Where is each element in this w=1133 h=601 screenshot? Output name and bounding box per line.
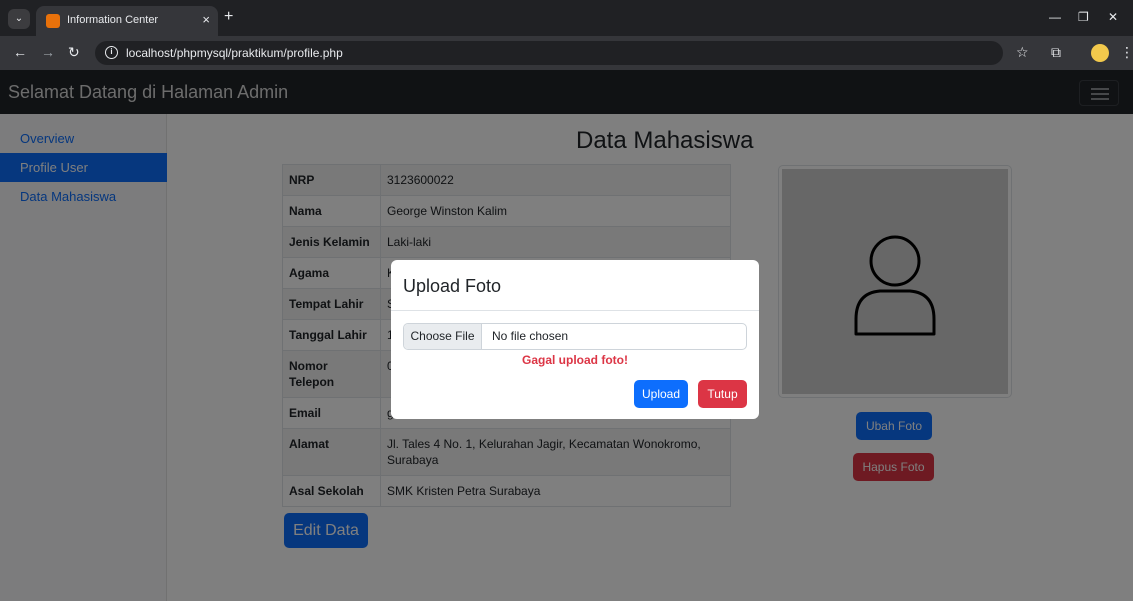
extensions-icon[interactable]: ⧉ <box>1051 44 1061 60</box>
tab-search-icon[interactable]: ⌄ <box>8 9 30 29</box>
browser-tab[interactable]: Information Center × <box>36 6 218 36</box>
close-window-icon[interactable]: ✕ <box>1108 10 1118 24</box>
modal-title: Upload Foto <box>403 276 502 296</box>
bookmark-star-icon[interactable]: ☆ <box>1016 44 1029 60</box>
address-bar[interactable]: i localhost/phpmysql/praktikum/profile.p… <box>95 41 1003 65</box>
browser-toolbar: ← → ↻ i localhost/phpmysql/praktikum/pro… <box>0 36 1133 70</box>
modal-divider <box>391 310 759 311</box>
menu-dots-icon[interactable]: ⋮ <box>1120 44 1133 60</box>
favicon-icon <box>46 14 60 28</box>
close-modal-button[interactable]: Tutup <box>698 380 747 408</box>
file-status-text: No file chosen <box>492 329 569 343</box>
forward-icon[interactable]: → <box>41 44 55 60</box>
new-tab-button[interactable]: + <box>224 9 233 25</box>
back-icon[interactable]: ← <box>13 44 27 60</box>
upload-button[interactable]: Upload <box>634 380 688 408</box>
reload-icon[interactable]: ↻ <box>68 44 80 60</box>
url-text[interactable]: localhost/phpmysql/praktikum/profile.php <box>126 46 343 60</box>
upload-error-message: Gagal upload foto! <box>522 353 628 367</box>
page-content: Selamat Datang di Halaman Admin Overview… <box>0 70 1133 601</box>
browser-tab-bar: ⌄ Information Center × + — ❐ ✕ <box>0 0 1133 36</box>
upload-photo-modal: Upload Foto Choose File No file chosen G… <box>391 260 759 419</box>
restore-icon[interactable]: ❐ <box>1078 10 1089 24</box>
minimize-icon[interactable]: — <box>1049 10 1061 24</box>
tab-title: Information Center <box>67 14 159 26</box>
site-info-icon[interactable]: i <box>105 46 118 59</box>
file-input[interactable]: Choose File No file chosen <box>403 323 747 350</box>
tab-close-icon[interactable]: × <box>202 12 210 27</box>
choose-file-button[interactable]: Choose File <box>404 324 482 349</box>
profile-avatar[interactable] <box>1091 44 1109 62</box>
